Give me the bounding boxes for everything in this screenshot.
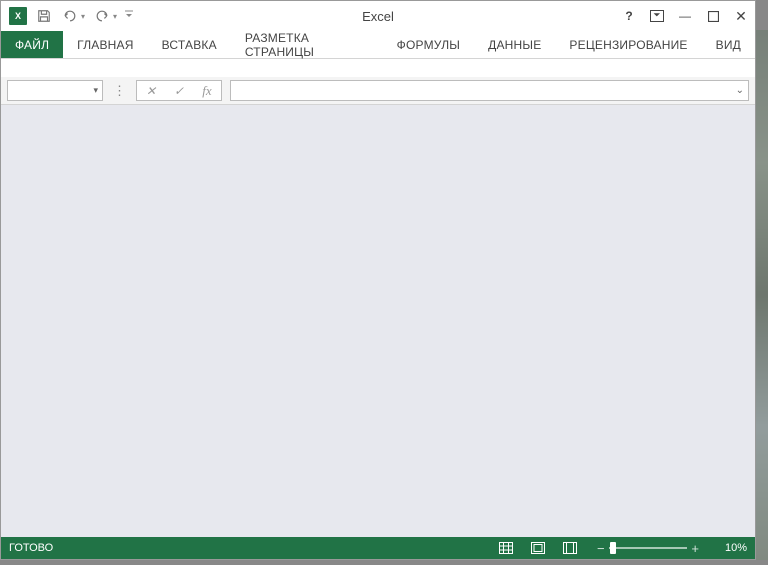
zoom-slider[interactable]: − + xyxy=(593,541,703,555)
tab-insert[interactable]: ВСТАВКА xyxy=(148,31,231,58)
app-icon[interactable] xyxy=(5,3,31,29)
insert-function-button[interactable]: fx xyxy=(193,81,221,100)
zoom-in-button[interactable]: + xyxy=(687,542,703,555)
tab-label: ВИД xyxy=(716,38,741,52)
expand-formula-bar-icon[interactable]: ⌄ xyxy=(736,85,744,96)
name-box-dropdown-icon: ▾ xyxy=(93,85,98,96)
minimize-button[interactable]: — xyxy=(671,4,699,28)
help-button[interactable]: ? xyxy=(615,4,643,28)
view-page-break-icon xyxy=(563,542,577,554)
window-controls: ? — ✕ xyxy=(615,4,755,28)
zoom-level[interactable]: 10% xyxy=(717,542,747,554)
tab-formulas[interactable]: ФОРМУЛЫ xyxy=(383,31,474,58)
name-box[interactable]: ▾ xyxy=(7,80,103,101)
tab-file[interactable]: ФАЙЛ xyxy=(1,31,63,58)
undo-button[interactable] xyxy=(57,3,83,29)
formula-bar-separator[interactable]: ⋮ xyxy=(111,83,128,99)
tab-review[interactable]: РЕЦЕНЗИРОВАНИЕ xyxy=(555,31,701,58)
redo-dropdown[interactable]: ▾ xyxy=(113,12,121,21)
title-bar: ▾ ▾ Excel ? — ✕ xyxy=(1,1,755,31)
view-normal-icon xyxy=(499,542,513,554)
tab-label: РАЗМЕТКА СТРАНИЦЫ xyxy=(245,31,369,59)
formula-bar-buttons: ✕ ✓ fx xyxy=(136,80,222,101)
enter-button[interactable]: ✓ xyxy=(165,81,193,100)
undo-dropdown[interactable]: ▾ xyxy=(81,12,89,21)
tab-view[interactable]: ВИД xyxy=(702,31,755,58)
formula-input[interactable]: ⌄ xyxy=(230,80,749,101)
tab-label: ВСТАВКА xyxy=(162,38,217,52)
ribbon-display-options[interactable] xyxy=(643,4,671,28)
desktop-background-strip xyxy=(756,30,768,560)
tab-label: ФОРМУЛЫ xyxy=(397,38,460,52)
tab-data[interactable]: ДАННЫЕ xyxy=(474,31,555,58)
zoom-track[interactable] xyxy=(609,547,688,549)
excel-window: ▾ ▾ Excel ? — ✕ ФАЙЛ xyxy=(0,0,756,560)
tab-label: ГЛАВНАЯ xyxy=(77,38,133,52)
zoom-thumb[interactable] xyxy=(610,542,616,554)
ribbon-tabs: ФАЙЛ ГЛАВНАЯ ВСТАВКА РАЗМЕТКА СТРАНИЦЫ Ф… xyxy=(1,31,755,59)
status-ready: ГОТОВО xyxy=(9,542,53,554)
zoom-out-button[interactable]: − xyxy=(593,542,609,555)
worksheet-area[interactable] xyxy=(1,105,755,537)
save-icon xyxy=(37,9,51,23)
excel-icon xyxy=(9,7,27,25)
view-page-break-button[interactable] xyxy=(561,540,579,556)
formula-bar-row: ▾ ⋮ ✕ ✓ fx ⌄ xyxy=(1,77,755,105)
redo-icon xyxy=(94,9,110,23)
redo-button[interactable] xyxy=(89,3,115,29)
undo-icon xyxy=(62,9,78,23)
tab-home[interactable]: ГЛАВНАЯ xyxy=(63,31,147,58)
quick-access-toolbar: ▾ ▾ xyxy=(1,3,135,29)
ribbon-options-icon xyxy=(650,10,664,22)
maximize-icon xyxy=(708,11,719,22)
save-button[interactable] xyxy=(31,3,57,29)
view-page-layout-button[interactable] xyxy=(529,540,547,556)
status-bar: ГОТОВО − + 10% xyxy=(1,537,755,559)
tab-page-layout[interactable]: РАЗМЕТКА СТРАНИЦЫ xyxy=(231,31,383,58)
qat-customize[interactable] xyxy=(125,10,135,22)
status-right-group: − + 10% xyxy=(497,540,747,556)
tab-label: ДАННЫЕ xyxy=(488,38,541,52)
cancel-button[interactable]: ✕ xyxy=(137,81,165,100)
view-normal-button[interactable] xyxy=(497,540,515,556)
view-page-layout-icon xyxy=(531,542,545,554)
tab-label: ФАЙЛ xyxy=(15,38,49,52)
maximize-button[interactable] xyxy=(699,4,727,28)
tab-label: РЕЦЕНЗИРОВАНИЕ xyxy=(569,38,687,52)
close-button[interactable]: ✕ xyxy=(727,4,755,28)
